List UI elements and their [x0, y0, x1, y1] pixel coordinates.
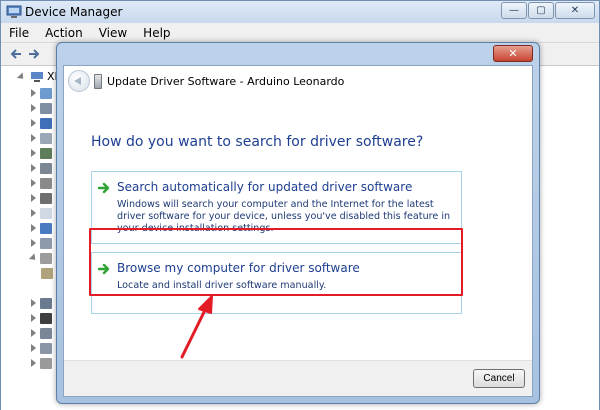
device-icon [40, 327, 52, 339]
tree-node[interactable] [31, 131, 55, 145]
expand-icon[interactable] [31, 119, 36, 127]
device-manager-icon [6, 5, 22, 18]
tree-node[interactable] [31, 356, 55, 370]
device-icon [40, 87, 52, 99]
tree-node[interactable] [31, 161, 55, 175]
back-button[interactable] [68, 70, 90, 92]
back-arrow-icon[interactable] [9, 47, 23, 61]
forward-arrow-icon[interactable] [27, 47, 41, 61]
expand-icon[interactable] [16, 71, 27, 82]
tree-node[interactable] [31, 116, 55, 130]
expand-icon[interactable] [31, 359, 36, 367]
menu-bar: File Action View Help [1, 23, 599, 43]
close-button[interactable]: ✕ [555, 2, 595, 19]
expand-icon[interactable] [31, 224, 36, 232]
expand-icon[interactable] [31, 89, 36, 97]
device-icon [40, 252, 52, 264]
dialog-close-button[interactable]: ✕ [493, 45, 533, 62]
tree-node[interactable] [31, 206, 55, 220]
tree-node[interactable] [31, 326, 55, 340]
menu-action[interactable]: Action [37, 26, 91, 40]
menu-file[interactable]: File [1, 26, 37, 40]
tree-node[interactable] [31, 176, 55, 190]
usb-device-icon [94, 74, 102, 89]
window-title: Device Manager [25, 5, 123, 19]
expand-icon[interactable] [31, 104, 36, 112]
tree-node[interactable] [31, 311, 55, 325]
device-icon [40, 312, 52, 324]
minimize-button[interactable]: — [501, 2, 527, 19]
expand-icon[interactable] [31, 149, 36, 157]
device-icon [40, 147, 52, 159]
tree-node[interactable] [31, 101, 55, 115]
expand-icon[interactable] [31, 179, 36, 187]
maximize-button[interactable]: ▢ [528, 2, 554, 19]
device-icon [40, 132, 52, 144]
expand-icon[interactable] [31, 194, 36, 202]
device-icon [40, 342, 52, 354]
device-icon [40, 162, 52, 174]
title-bar: Device Manager — ▢ ✕ [1, 1, 599, 23]
device-icon [40, 222, 52, 234]
expand-icon[interactable] [31, 299, 36, 307]
menu-view[interactable]: View [91, 26, 135, 40]
tree-node[interactable] [31, 221, 55, 235]
expand-icon[interactable] [31, 209, 36, 217]
dialog-header: Update Driver Software - Arduino Leonard… [64, 66, 532, 98]
tree-node[interactable] [31, 236, 55, 250]
expand-icon[interactable] [31, 239, 36, 247]
tree-node[interactable] [31, 146, 55, 160]
expand-icon[interactable] [28, 253, 39, 263]
tree-node[interactable] [28, 251, 55, 265]
device-icon [40, 192, 52, 204]
computer-icon [31, 72, 43, 82]
device-icon [40, 177, 52, 189]
device-icon [41, 267, 53, 279]
expand-icon[interactable] [31, 134, 36, 142]
expand-icon[interactable] [31, 314, 36, 322]
device-icon [40, 237, 52, 249]
red-highlight-box [89, 228, 463, 296]
menu-help[interactable]: Help [135, 26, 178, 40]
device-icon [40, 297, 52, 309]
option-title: Search automatically for updated driver … [117, 180, 413, 194]
green-arrow-icon [98, 182, 110, 194]
tree-node[interactable] [31, 296, 55, 310]
device-icon [40, 207, 52, 219]
device-icon [40, 102, 52, 114]
update-driver-dialog: ✕ Update Driver Software - Arduino Leona… [56, 42, 540, 404]
tree-node[interactable] [31, 86, 55, 100]
device-icon [40, 357, 52, 369]
cancel-button[interactable]: Cancel [473, 369, 525, 388]
dialog-footer: Cancel [64, 360, 532, 396]
tree-node[interactable] [31, 191, 55, 205]
expand-icon[interactable] [31, 344, 36, 352]
device-icon [40, 117, 52, 129]
expand-icon[interactable] [31, 164, 36, 172]
search-question-heading: How do you want to search for driver sof… [91, 134, 424, 150]
caption-buttons: — ▢ ✕ [500, 2, 595, 19]
tree-node[interactable] [31, 341, 55, 355]
expand-icon[interactable] [31, 329, 36, 337]
dialog-title: Update Driver Software - Arduino Leonard… [107, 75, 345, 88]
